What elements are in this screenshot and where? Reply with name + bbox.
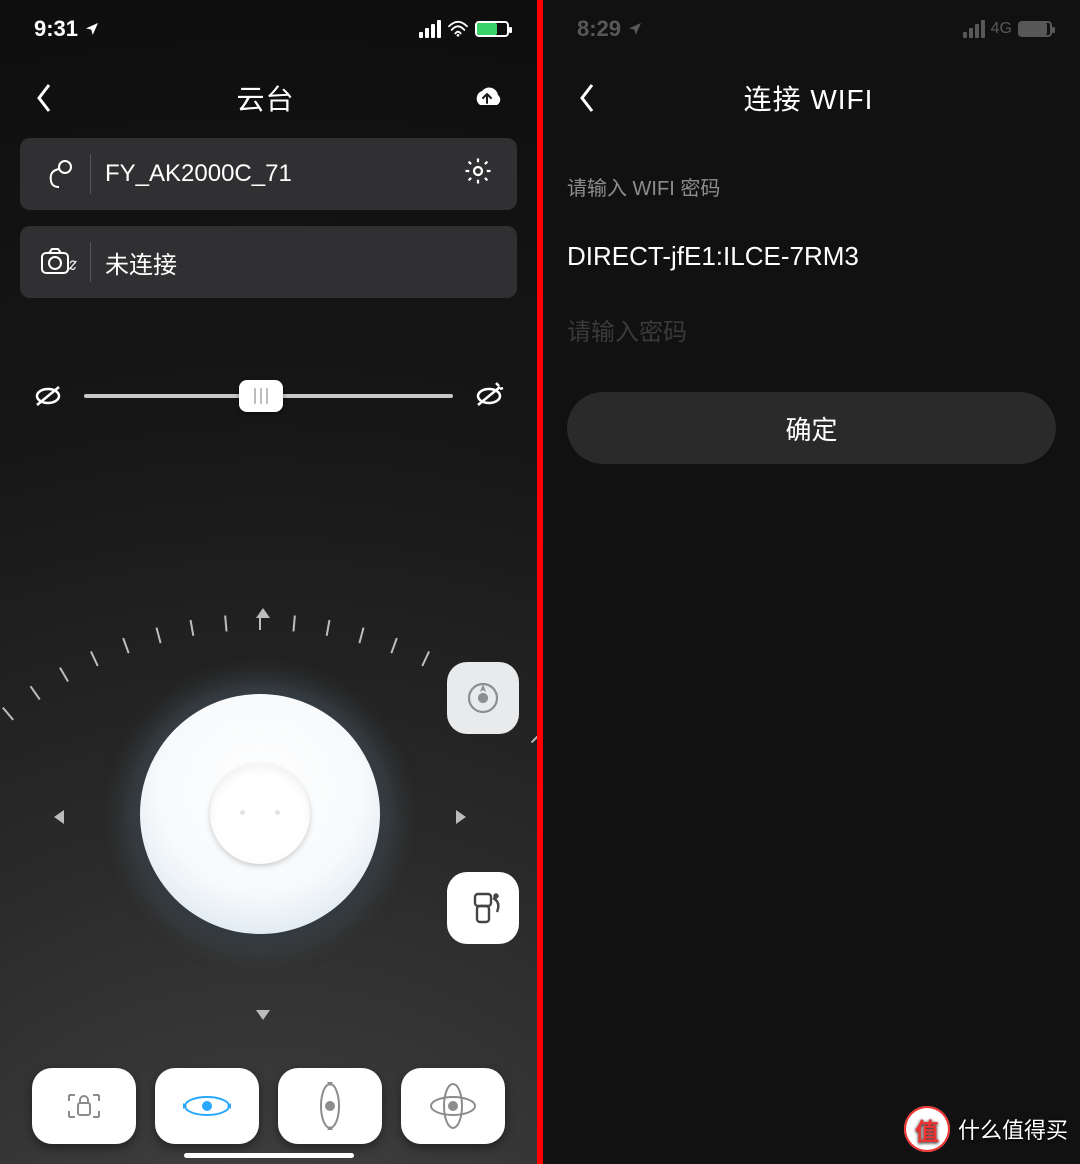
device-card[interactable]: FY_AK2000C_71	[20, 138, 517, 210]
gimbal-app-screen: 9:31 云台 FY_AK2000C_71	[0, 0, 537, 1164]
speed-slider[interactable]	[84, 394, 453, 398]
chevron-up-icon	[256, 608, 270, 618]
camera-unlinked-icon	[38, 247, 82, 277]
chevron-down-icon	[256, 1010, 270, 1020]
mode-bar	[0, 1068, 537, 1144]
page-title: 云台	[236, 78, 294, 118]
mode-all-follow[interactable]	[401, 1068, 505, 1144]
confirm-button[interactable]: 确定	[567, 392, 1056, 464]
cell-signal-icon	[419, 20, 441, 38]
back-button[interactable]	[22, 76, 66, 120]
location-arrow-icon	[627, 21, 643, 37]
wifi-icon	[447, 20, 469, 38]
chevron-left-icon	[54, 810, 64, 824]
location-arrow-icon	[84, 21, 100, 37]
cell-signal-icon	[963, 20, 985, 38]
network-type: 4G	[991, 20, 1012, 38]
chevron-right-icon	[456, 810, 466, 824]
home-indicator[interactable]	[184, 1153, 354, 1158]
gimbal-device-icon	[38, 157, 82, 191]
status-time: 9:31	[34, 16, 78, 42]
device-settings-button[interactable]	[463, 156, 499, 192]
header-bar: 连接 WIFI	[543, 48, 1080, 138]
password-prompt-label: 请输入 WIFI 密码	[567, 172, 1056, 201]
watermark: 值 什么值得买	[904, 1106, 1068, 1152]
camera-card[interactable]: 未连接	[20, 226, 517, 298]
header-bar: 云台	[0, 48, 537, 138]
password-input[interactable]: 请输入密码	[567, 312, 1056, 352]
speed-slow-icon	[30, 378, 66, 414]
cloud-upload-button[interactable]	[465, 76, 509, 120]
joystick-knob[interactable]	[140, 694, 380, 934]
watermark-badge: 值	[904, 1106, 950, 1152]
device-name: FY_AK2000C_71	[105, 160, 463, 188]
watermark-text: 什么值得买	[958, 1113, 1068, 1145]
mode-lock[interactable]	[32, 1068, 136, 1144]
wifi-ssid: DIRECT-jfE1:ILCE-7RM3	[567, 241, 1056, 272]
compass-button[interactable]	[447, 662, 519, 734]
mode-pan-follow[interactable]	[155, 1068, 259, 1144]
speed-fast-icon	[471, 378, 507, 414]
gimbal-rotate-button[interactable]	[447, 872, 519, 944]
mode-roll-follow[interactable]	[278, 1068, 382, 1144]
status-bar: 9:31	[0, 0, 537, 48]
joystick-dial[interactable]	[60, 614, 460, 1014]
battery-icon	[1018, 21, 1052, 37]
status-bar: 8:29 4G	[543, 0, 1080, 48]
page-title: 连接 WIFI	[744, 78, 874, 118]
slider-thumb[interactable]	[239, 380, 283, 412]
back-button[interactable]	[565, 76, 609, 120]
status-time: 8:29	[577, 16, 621, 42]
camera-status: 未连接	[105, 245, 499, 280]
wifi-connect-screen: 8:29 4G 连接 WIFI 请输入 WIFI 密码 DIRECT-jfE1:…	[543, 0, 1080, 1164]
screenshot-divider	[537, 0, 543, 1164]
speed-slider-row	[30, 378, 507, 414]
battery-charging-icon	[475, 21, 509, 37]
